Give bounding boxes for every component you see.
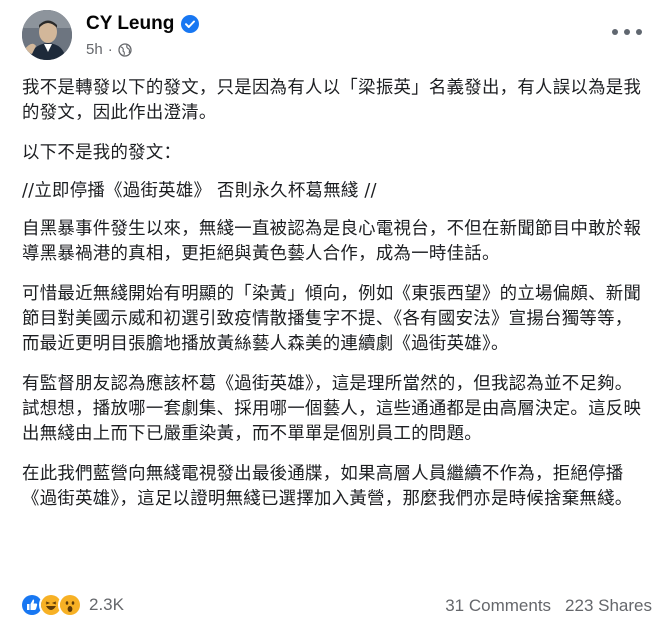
- post-paragraph: 可惜最近無綫開始有明顯的「染黃」傾向，例如《東張西望》的立場偏頗、新聞節目對美國…: [22, 284, 642, 354]
- author-name[interactable]: CY Leung: [86, 13, 174, 35]
- meta-separator: ·: [107, 41, 113, 58]
- menu-dot: [624, 29, 630, 35]
- more-options-icon[interactable]: [612, 22, 642, 42]
- reactions-summary[interactable]: 2.3K: [20, 593, 124, 617]
- engagement-stats: 31 Comments 223 Shares: [445, 596, 652, 616]
- post-header: CY Leung 5h ·: [0, 0, 664, 72]
- globe-icon[interactable]: [118, 42, 132, 57]
- avatar[interactable]: [22, 10, 72, 60]
- shares-count[interactable]: 223 Shares: [565, 596, 652, 616]
- post-paragraph: //立即停播《過街英雄》 否則永久杯葛無綫 //: [22, 181, 377, 201]
- menu-dot: [612, 29, 618, 35]
- post-footer: 2.3K 31 Comments 223 Shares: [0, 590, 664, 622]
- post-timestamp[interactable]: 5h: [86, 41, 103, 58]
- post-paragraph: 在此我們藍營向無綫電視發出最後通牒，如果高層人員繼續不作為，拒絕停播《過街英雄》…: [22, 464, 633, 509]
- post-paragraph: 自黑暴事件發生以來，無綫一直被認為是良心電視台，不但在新聞節目中敢於報導黑暴禍港…: [22, 219, 642, 264]
- comments-count[interactable]: 31 Comments: [445, 596, 551, 616]
- verified-badge-icon: [181, 15, 200, 33]
- wow-icon: [58, 593, 82, 617]
- reaction-count[interactable]: 2.3K: [89, 595, 124, 615]
- post-paragraph: 以下不是我的發文：: [22, 143, 182, 163]
- post-paragraph: 我不是轉發以下的發文，只是因為有人以「梁振英」名義發出，有人誤以為是我的發文，因…: [22, 78, 642, 123]
- post-paragraph: 有監督朋友認為應該杯葛《過街英雄》，這是理所當然的，但我認為並不足夠。試想想，播…: [22, 374, 642, 444]
- menu-dot: [636, 29, 642, 35]
- post-body: 我不是轉發以下的發文，只是因為有人以「梁振英」名義發出，有人誤以為是我的發文，因…: [22, 76, 646, 527]
